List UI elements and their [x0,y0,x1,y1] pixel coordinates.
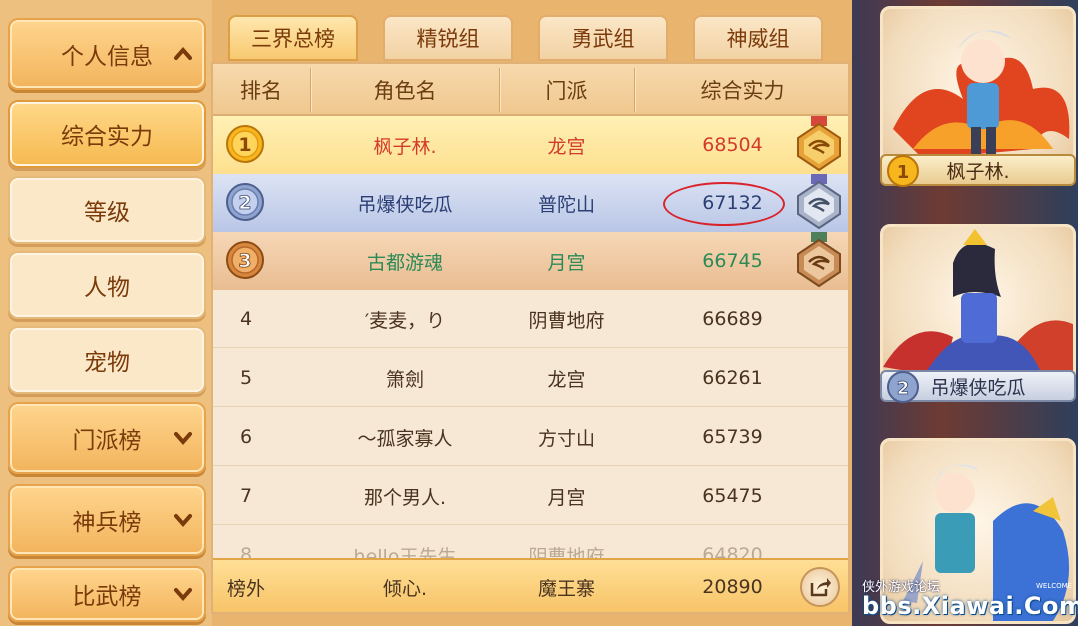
sidebar-item-label: 比武榜 [72,584,142,610]
header-power: 综合实力 [700,79,785,103]
character-portrait-image [883,229,1073,377]
table-row[interactable]: 7 那个男人. 月宫 65475 [213,467,848,525]
rank-number: 2 [897,378,910,399]
sidebar-item-level[interactable]: 等级 [8,176,206,244]
sidebar-item-pet[interactable]: 宠物 [8,326,206,394]
player-school: 龙宫 [547,368,586,391]
header-rank: 排名 [240,79,282,103]
player-name: 枫子林. [373,135,437,158]
top1-name: 枫子林. [946,160,1010,183]
sidebar-group-weapon-rank[interactable]: 神兵榜 [8,484,206,556]
forum-watermark: 侠外游戏论坛 WELCOME bbs.Xiawai.Com [862,574,1078,624]
top1-portrait-card[interactable] [880,6,1076,176]
player-name: 那个男人. [363,486,447,509]
player-power: 65739 [702,426,763,448]
my-rank: 榜外 [226,577,265,600]
player-school: 月宫 [547,486,586,509]
sidebar-item-character[interactable]: 人物 [8,251,206,319]
top1-name-bar: 1 枫子林. [880,154,1076,187]
player-name: ～孤家寡人 [357,427,453,450]
sidebar-item-label: 神兵榜 [72,510,142,536]
rank-number: 6 [239,426,253,448]
gold-rank-badge-icon: 1 [226,125,264,163]
sidebar-item-overall-power[interactable]: 综合实力 [8,100,206,168]
tab-label: 三界总榜 [251,27,335,51]
sidebar-item-label: 综合实力 [61,124,153,150]
my-name: 倾心. [382,577,428,600]
table-row[interactable]: 5 箫劍 龙宫 66261 [213,349,848,407]
rank-number: 5 [239,367,253,389]
watermark-site: bbs.Xiawai.Com [862,592,1078,620]
chevron-up-icon [174,46,192,60]
gold-medal-icon [797,116,841,172]
player-school: 普陀山 [537,193,595,216]
sidebar-item-label: 门派榜 [72,428,142,454]
tab-label: 神威组 [726,27,790,51]
sidebar-item-label: 人物 [84,275,130,301]
rank-number: 1 [897,162,910,183]
table-row-rank-3[interactable]: 3 古都游魂 月宫 66745 [213,232,848,290]
bronze-rank-badge-icon: 3 [226,241,264,279]
silver-rank-badge-icon: 2 [226,183,264,221]
share-icon [810,578,831,597]
sidebar-item-label: 宠物 [84,350,130,376]
top2-portrait-card[interactable] [880,224,1076,394]
table-row[interactable]: 4 ′麦麦，り 阴曹地府 66689 [213,290,848,348]
share-button[interactable] [800,567,840,607]
top2-name: 吊爆侠吃瓜 [930,376,1026,399]
player-power: 66261 [702,367,763,389]
rank-number: 2 [238,192,251,214]
tab-label: 精锐组 [416,27,480,51]
my-ranking-row: 榜外 倾心. 魔王寨 20890 [213,558,848,612]
category-sidebar: 个人信息 综合实力 等级 人物 宠物 门派榜 神兵榜 比武榜 [0,0,212,626]
ranking-table: 排名 角色名 门派 综合实力 1 枫子林. 龙宫 68504 2 吊爆侠吃瓜 普… [211,62,850,614]
tab-mighty-group[interactable]: 神威组 [693,15,823,61]
chevron-down-icon [174,432,192,446]
rank-number: 1 [238,134,251,156]
chevron-down-icon [174,588,192,602]
chevron-down-icon [174,514,192,528]
player-name: ′麦麦，り [364,309,446,332]
table-row[interactable]: 6 ～孤家寡人 方寸山 65739 [213,408,848,466]
table-row-rank-1[interactable]: 1 枫子林. 龙宫 68504 [213,116,848,174]
highlight-annotation-circle [663,182,785,226]
tab-brave-group[interactable]: 勇武组 [538,15,668,61]
header-name: 角色名 [373,79,437,103]
silver-medal-icon [797,174,841,230]
rank-number: 3 [238,250,251,272]
tab-elite-group[interactable]: 精锐组 [383,15,513,61]
top2-name-bar: 2 吊爆侠吃瓜 [880,370,1076,403]
player-school: 龙宫 [547,135,586,158]
gold-rank-badge-icon: 1 [887,155,919,187]
player-name: 吊爆侠吃瓜 [357,193,453,216]
rank-number: 4 [239,308,253,330]
watermark-en: WELCOME [1036,582,1073,590]
table-header: 排名 角色名 门派 综合实力 [213,64,848,116]
player-school: 月宫 [547,251,586,274]
player-school: 方寸山 [537,427,595,450]
player-name: 箫劍 [385,368,424,391]
tab-label: 勇武组 [571,27,635,51]
sidebar-group-school-rank[interactable]: 门派榜 [8,402,206,474]
character-portrait-image [893,30,1070,159]
sidebar-item-label: 个人信息 [61,44,153,70]
silver-rank-badge-icon: 2 [887,371,919,403]
my-school: 魔王寨 [537,577,595,600]
player-name: 古都游魂 [366,251,443,274]
player-power: 66689 [702,308,763,330]
player-power: 65475 [702,485,763,507]
sidebar-group-personal-info[interactable]: 个人信息 [8,18,206,90]
rank-number: 7 [239,485,253,507]
header-school: 门派 [545,79,588,103]
player-school: 阴曹地府 [528,309,605,332]
sidebar-item-label: 等级 [84,200,130,226]
sidebar-group-arena-rank[interactable]: 比武榜 [8,566,206,622]
tab-three-realms-overall[interactable]: 三界总榜 [228,15,358,61]
bronze-medal-icon [797,232,841,288]
